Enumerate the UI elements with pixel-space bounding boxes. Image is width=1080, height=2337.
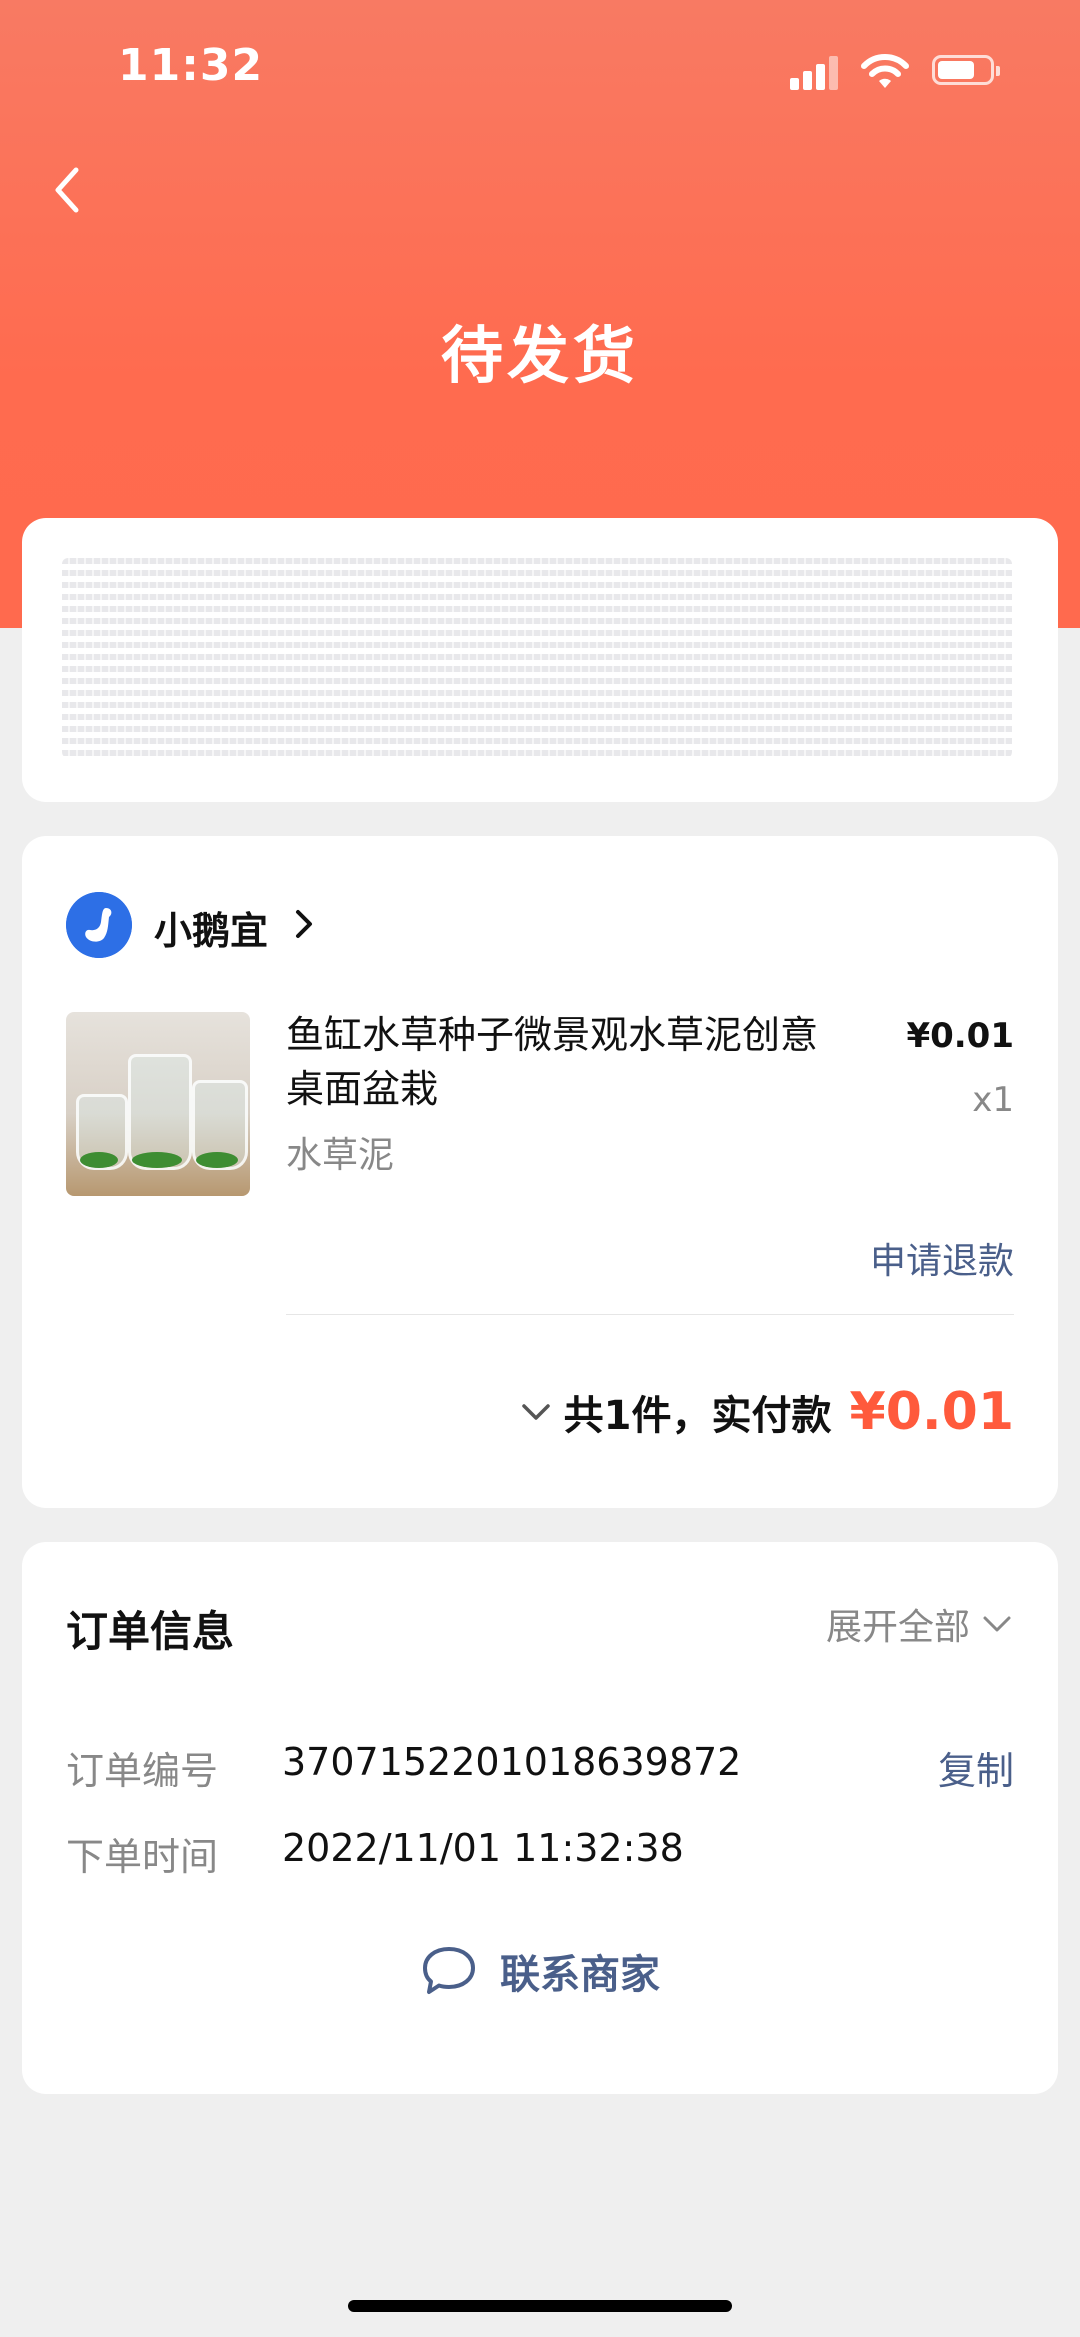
divider bbox=[286, 1314, 1014, 1315]
contact-merchant-label: 联系商家 bbox=[500, 1952, 660, 1998]
order-info-title: 订单信息 bbox=[66, 1607, 235, 1656]
order-number-value: 3707152201018639872 bbox=[282, 1740, 742, 1784]
order-total[interactable]: 共1件，实付款 ¥0.01 bbox=[520, 1382, 1014, 1442]
home-indicator[interactable] bbox=[348, 2300, 732, 2312]
status-bar: 11:32 bbox=[0, 0, 1080, 140]
address-card[interactable] bbox=[22, 518, 1058, 802]
total-text: 共1件，实付款 bbox=[563, 1393, 832, 1439]
order-card: 小鹅宜 鱼缸水草种子微景观水草泥创意桌面盆栽 水草泥 ¥0.01 x1 申请退款… bbox=[22, 836, 1058, 1508]
request-refund-button[interactable]: 申请退款 bbox=[870, 1232, 1014, 1284]
battery-icon bbox=[932, 55, 1000, 85]
total-price: ¥0.01 bbox=[849, 1382, 1014, 1442]
signal-icon bbox=[790, 54, 840, 90]
chevron-down-icon bbox=[983, 1616, 1011, 1632]
chevron-down-icon[interactable] bbox=[520, 1396, 552, 1428]
copy-button[interactable]: 复制 bbox=[938, 1740, 1014, 1795]
chat-bubble-icon bbox=[423, 1947, 475, 1994]
page-title: 待发货 bbox=[440, 319, 639, 392]
address-redacted bbox=[62, 558, 1012, 758]
shop-avatar[interactable] bbox=[66, 892, 132, 958]
contact-merchant-button[interactable]: 联系商家 bbox=[22, 1942, 1058, 2000]
expand-all-button[interactable]: 展开全部 bbox=[826, 1598, 1014, 1650]
order-number-row: 订单编号 3707152201018639872 复制 bbox=[66, 1740, 1014, 1793]
order-time-label: 下单时间 bbox=[66, 1835, 219, 1879]
order-number-label: 订单编号 bbox=[66, 1749, 219, 1793]
product-title[interactable]: 鱼缸水草种子微景观水草泥创意桌面盆栽 bbox=[286, 1008, 846, 1116]
order-time-value: 2022/11/01 11:32:38 bbox=[282, 1826, 684, 1870]
wifi-icon bbox=[861, 54, 909, 88]
order-time-row: 下单时间 2022/11/01 11:32:38 bbox=[66, 1826, 1014, 1879]
shop-name[interactable]: 小鹅宜 bbox=[154, 900, 268, 955]
status-time: 11:32 bbox=[118, 40, 264, 91]
product-price: ¥0.01 bbox=[906, 1016, 1014, 1056]
product-spec: 水草泥 bbox=[286, 1135, 395, 1176]
expand-all-label: 展开全部 bbox=[825, 1607, 970, 1648]
back-chevron-icon[interactable] bbox=[40, 160, 100, 220]
chevron-right-icon[interactable] bbox=[290, 904, 320, 944]
order-info-card: 订单信息 展开全部 订单编号 3707152201018639872 复制 下单… bbox=[22, 1542, 1058, 2094]
product-quantity: x1 bbox=[972, 1080, 1014, 1120]
product-image[interactable] bbox=[66, 1012, 250, 1196]
